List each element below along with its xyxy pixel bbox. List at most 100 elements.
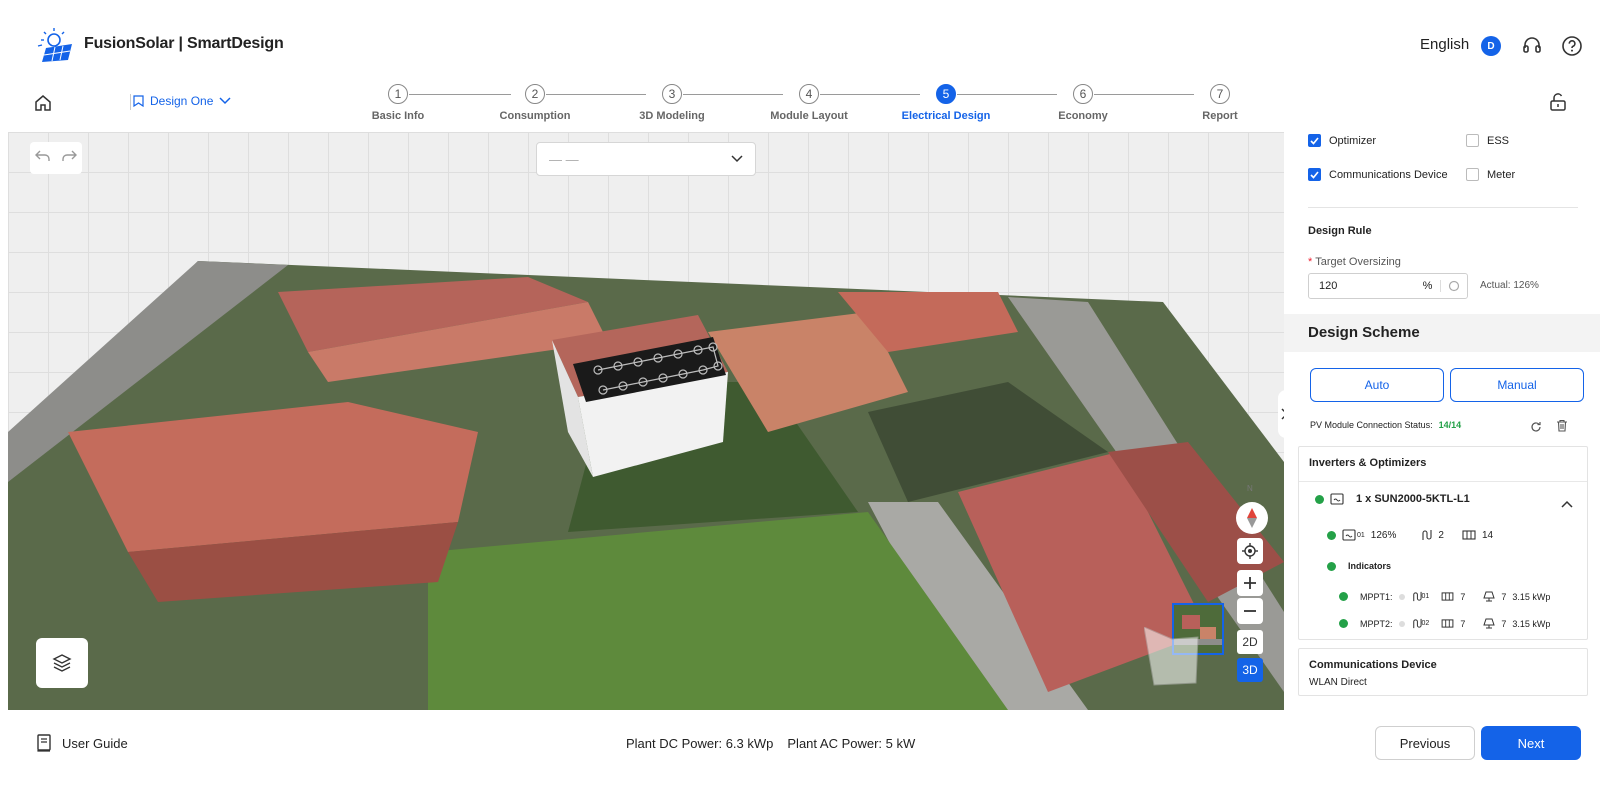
inverter-summary-row: 01 126% 2 14 <box>1327 529 1493 541</box>
language-selector[interactable]: English <box>1420 36 1469 53</box>
manual-button[interactable]: Manual <box>1450 368 1584 402</box>
checkbox-label: Optimizer <box>1329 134 1377 147</box>
inverter-icon <box>1342 529 1356 541</box>
sun-solar-logo-icon <box>37 28 72 62</box>
mppt-row: MPPT1: 01 7 7 3.15 kWp <box>1339 591 1550 602</box>
step-label: Consumption <box>499 110 571 122</box>
roof-selector-value: — — <box>549 151 579 167</box>
inverter-row[interactable]: 1 x SUN2000-5KTL-L1 <box>1315 493 1470 505</box>
wizard-steps: 1 Basic Info 2 Consumption 3 3D Modeling… <box>0 84 1600 132</box>
indicators-row[interactable]: Indicators <box>1327 561 1391 571</box>
status-ok-icon <box>1339 592 1348 601</box>
step-report[interactable]: 7 Report <box>1160 84 1280 122</box>
string-count: 2 <box>1438 529 1444 541</box>
design-scheme-title: Design Scheme <box>1284 314 1600 352</box>
step-label: Report <box>1202 110 1238 122</box>
user-guide-link[interactable]: User Guide <box>36 734 128 752</box>
roof-selector-dropdown[interactable]: — — <box>536 142 756 176</box>
trash-icon[interactable] <box>1556 419 1568 437</box>
comm-device-value: WLAN Direct <box>1309 677 1367 688</box>
design-rule-title: Design Rule <box>1308 225 1372 237</box>
undo-icon[interactable] <box>35 149 51 167</box>
step-basic-info[interactable]: 1 Basic Info <box>338 84 458 122</box>
comm-device-title: Communications Device <box>1309 659 1437 671</box>
ess-checkbox[interactable]: ESS <box>1466 134 1509 147</box>
actual-oversizing: Actual: 126% <box>1480 280 1539 291</box>
communications-device-checkbox[interactable]: Communications Device <box>1308 168 1448 181</box>
auto-button[interactable]: Auto <box>1310 368 1444 402</box>
mppt-label: MPPT1: <box>1360 591 1393 602</box>
checkbox-checked-icon <box>1308 168 1321 181</box>
target-oversizing-field[interactable]: 120 % <box>1308 273 1468 299</box>
solar-panel-icon <box>1483 591 1496 602</box>
step-3d-modeling[interactable]: 3 3D Modeling <box>612 84 732 122</box>
zoom-out-button[interactable] <box>1237 598 1263 624</box>
view-2d-button[interactable]: 2D <box>1237 630 1263 654</box>
checkbox-unchecked-icon <box>1466 134 1479 147</box>
zoom-in-button[interactable] <box>1237 570 1263 596</box>
mppt-string-index: 01 <box>1421 593 1430 600</box>
step-economy[interactable]: 6 Economy <box>1023 84 1143 122</box>
mppt-string-index: 02 <box>1421 620 1430 627</box>
plus-icon <box>1244 577 1256 589</box>
app-root: FusionSolar | SmartDesign English D Desi… <box>0 0 1600 800</box>
mppt-label: MPPT2: <box>1360 618 1393 629</box>
percent-unit: % <box>1415 280 1441 292</box>
minimap-view-frustum <box>1144 627 1199 686</box>
communications-device-section: Communications Device WLAN Direct <box>1298 648 1588 696</box>
indicators-label: Indicators <box>1348 561 1392 571</box>
meter-checkbox[interactable]: Meter <box>1466 168 1515 181</box>
app-title: FusionSolar | SmartDesign <box>84 35 284 52</box>
mppt-module-count: 7 <box>1460 591 1466 602</box>
step-number: 6 <box>1073 84 1093 104</box>
mppt-power: 3.15 kWp <box>1512 618 1551 629</box>
map-3d-viewport[interactable]: — — N 2D 3D <box>8 132 1284 710</box>
inverter-icon <box>1330 493 1344 505</box>
redo-icon[interactable] <box>61 149 77 167</box>
refresh-icon[interactable] <box>1530 420 1542 438</box>
user-avatar[interactable]: D <box>1481 36 1501 56</box>
step-electrical-design[interactable]: 5 Electrical Design <box>886 84 1006 122</box>
pv-module-icon <box>1441 619 1454 628</box>
target-oversizing-label: * Target Oversizing <box>1308 256 1401 268</box>
user-guide-label: User Guide <box>62 735 128 751</box>
crosshair-icon <box>1242 543 1258 559</box>
layers-button[interactable] <box>36 638 88 688</box>
view-3d-button[interactable]: 3D <box>1237 658 1263 682</box>
reset-icon[interactable] <box>1441 280 1467 292</box>
help-question-icon[interactable] <box>1560 34 1584 58</box>
step-number: 7 <box>1210 84 1230 104</box>
mppt-module-count: 7 <box>1460 618 1466 629</box>
unlock-icon[interactable] <box>1548 92 1568 117</box>
compass-button[interactable] <box>1236 502 1268 534</box>
chevron-up-icon[interactable] <box>1561 495 1573 513</box>
pv-module-icon <box>1441 592 1454 601</box>
module-count: 14 <box>1481 529 1494 541</box>
next-button[interactable]: Next <box>1481 726 1581 760</box>
plant-power-summary: Plant DC Power: 6.3 kWp Plant AC Power: 5… <box>626 736 915 751</box>
top-bar: FusionSolar | SmartDesign English D <box>0 0 1600 84</box>
step-consumption[interactable]: 2 Consumption <box>475 84 595 122</box>
string-icon <box>1412 591 1422 602</box>
headset-support-icon[interactable] <box>1520 34 1544 58</box>
pv-connection-status: PV Module Connection Status: 14/14 <box>1310 420 1461 430</box>
step-module-layout[interactable]: 4 Module Layout <box>749 84 869 122</box>
step-number: 2 <box>525 84 545 104</box>
layers-icon <box>52 654 72 672</box>
target-oversizing-value[interactable]: 120 <box>1309 280 1415 292</box>
undo-redo-group <box>30 142 82 174</box>
pv-module-icon <box>1462 530 1476 540</box>
compass-north-label: N <box>1247 484 1253 493</box>
status-ok-icon <box>1315 494 1324 504</box>
locate-button[interactable] <box>1237 538 1263 564</box>
step-label: Basic Info <box>371 110 425 122</box>
status-ok-icon <box>1339 619 1348 628</box>
inverter-index: 01 <box>1357 531 1365 539</box>
inverters-optimizers-section: Inverters & Optimizers 1 x SUN2000-5KTL-… <box>1298 446 1588 640</box>
minus-icon <box>1244 610 1256 612</box>
optimizer-checkbox[interactable]: Optimizer <box>1308 134 1376 147</box>
app-logo[interactable]: FusionSolar | SmartDesign <box>36 26 284 62</box>
plant-dc-power: Plant DC Power: 6.3 kWp <box>626 736 774 751</box>
step-number: 5 <box>936 84 956 104</box>
previous-button[interactable]: Previous <box>1375 726 1475 760</box>
